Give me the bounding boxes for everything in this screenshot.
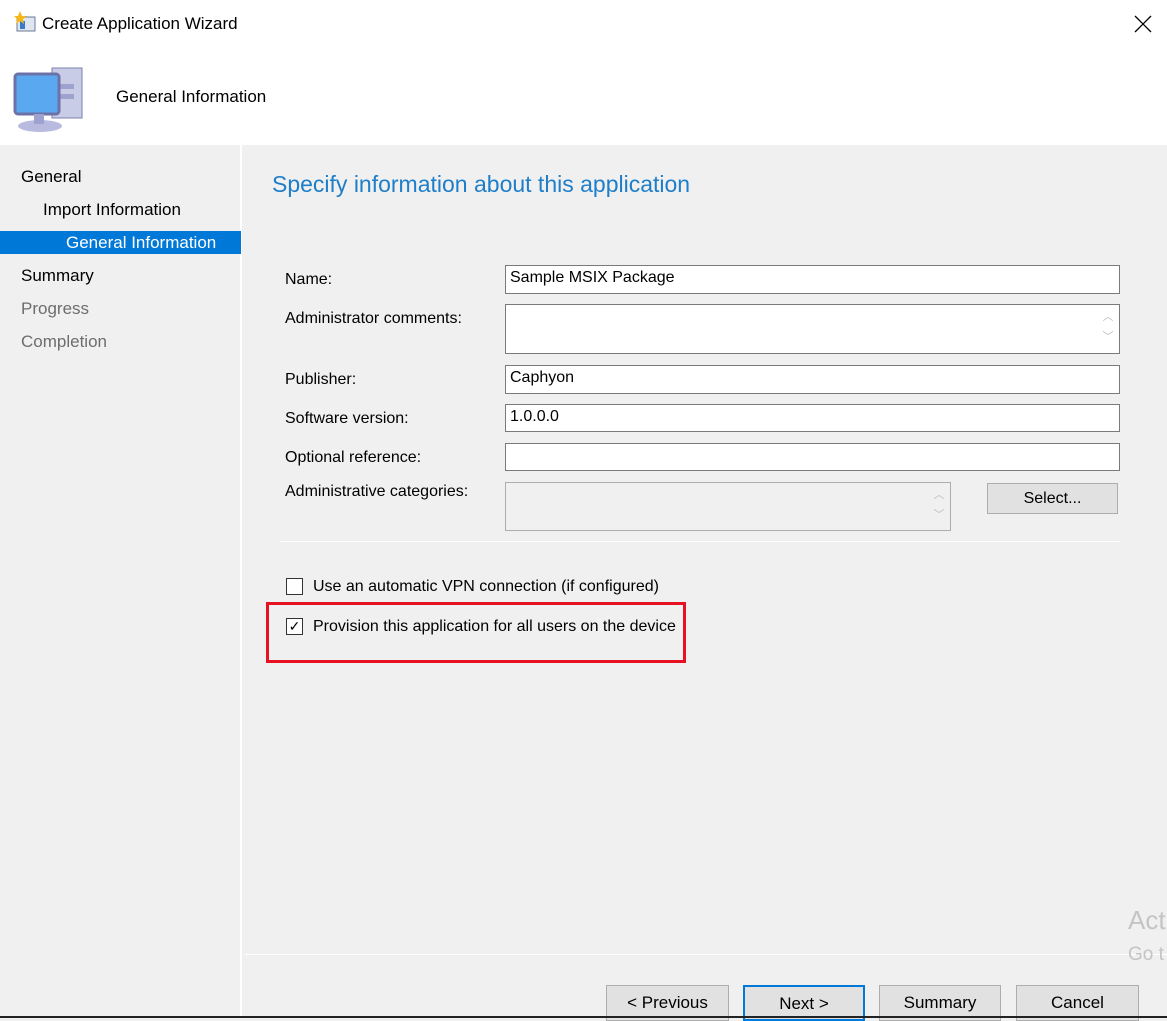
page-heading: Specify information about this applicati… xyxy=(272,171,691,197)
window-title: Create Application Wizard xyxy=(42,14,238,33)
sidebar-item-general[interactable]: General xyxy=(0,165,241,188)
software-version-input[interactable]: 1.0.0.0 xyxy=(505,404,1120,432)
activation-watermark-text: Go t xyxy=(1128,944,1164,965)
close-icon[interactable] xyxy=(1134,15,1152,33)
select-categories-button[interactable]: Select... xyxy=(987,483,1118,514)
scrollbar: ︿ ﹀ xyxy=(933,489,945,521)
activation-watermark-title: Act xyxy=(1128,905,1166,935)
publisher-input[interactable]: Caphyon xyxy=(505,365,1120,394)
separator xyxy=(280,541,1120,542)
vpn-checkbox[interactable] xyxy=(286,578,303,595)
sidebar-item-progress: Progress xyxy=(21,299,90,318)
administrative-categories-list: ︿ ﹀ xyxy=(505,482,951,531)
administrator-comments-input[interactable]: ︿ ﹀ xyxy=(505,304,1120,354)
publisher-label: Publisher: xyxy=(285,371,357,388)
highlight-box xyxy=(266,602,686,663)
title-bar: Create Application Wizard xyxy=(0,0,1167,48)
wizard-app-icon xyxy=(14,11,36,32)
vpn-checkbox-label[interactable]: Use an automatic VPN connection (if conf… xyxy=(313,578,659,596)
scrollbar[interactable]: ︿ ﹀ xyxy=(1099,307,1117,347)
footer-separator xyxy=(245,954,1167,955)
sidebar-item-general-information[interactable]: General Information xyxy=(0,231,241,254)
computer-icon xyxy=(13,67,83,132)
sidebar-item-summary[interactable]: Summary xyxy=(0,264,241,287)
optional-reference-input[interactable] xyxy=(505,443,1120,471)
optional-reference-label: Optional reference: xyxy=(285,449,422,466)
name-input[interactable]: Sample MSIX Package xyxy=(505,265,1120,294)
name-label: Name: xyxy=(285,271,333,288)
header-title: General Information xyxy=(116,87,267,106)
administrative-categories-label: Administrative categories: xyxy=(285,483,469,500)
sidebar-item-import-information[interactable]: Import Information xyxy=(0,198,241,221)
administrator-comments-label: Administrator comments: xyxy=(285,310,462,327)
sidebar-item-completion: Completion xyxy=(21,332,107,351)
wizard-header: General Information xyxy=(0,48,1167,145)
software-version-label: Software version: xyxy=(285,410,409,427)
wizard-steps-sidebar: General Import Information General Infor… xyxy=(0,145,242,1018)
